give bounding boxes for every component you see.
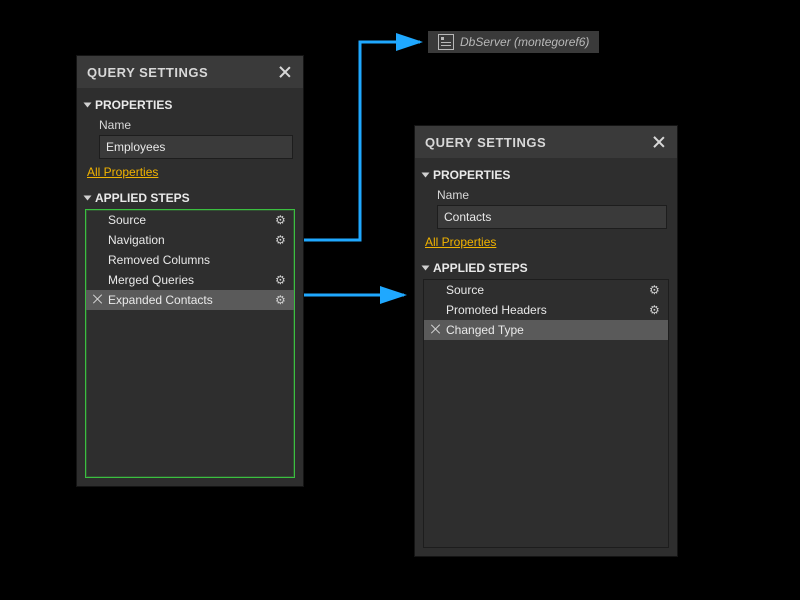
applied-steps-list: Source Promoted Headers Changed Type [423,279,669,548]
step-label: Source [446,283,484,297]
panel-title: QUERY SETTINGS [425,135,546,150]
applied-steps-header[interactable]: APPLIED STEPS [423,261,669,275]
applied-step[interactable]: Expanded Contacts [86,290,294,310]
applied-step[interactable]: Promoted Headers [424,300,668,320]
step-label: Promoted Headers [446,303,547,317]
database-icon [438,34,454,50]
all-properties-link[interactable]: All Properties [425,235,669,249]
caret-down-icon [422,266,430,271]
applied-step[interactable]: Source [424,280,668,300]
applied-step[interactable]: Navigation [86,230,294,250]
gear-icon[interactable] [649,303,662,316]
step-label: Merged Queries [108,273,194,287]
close-icon[interactable] [277,64,293,80]
applied-step[interactable]: Merged Queries [86,270,294,290]
close-icon[interactable] [651,134,667,150]
applied-step[interactable]: Source [86,210,294,230]
applied-steps-header[interactable]: APPLIED STEPS [85,191,295,205]
gear-icon[interactable] [275,233,288,246]
delete-step-icon[interactable] [92,293,104,305]
applied-steps-list: Source Navigation Removed Columns Merged Qu… [85,209,295,478]
query-name-input[interactable] [437,205,667,229]
caret-down-icon [84,196,92,201]
caret-down-icon [84,103,92,108]
panel-title: QUERY SETTINGS [87,65,208,80]
delete-step-icon[interactable] [430,323,442,335]
caret-down-icon [422,173,430,178]
query-settings-panel-contacts: QUERY SETTINGS PROPERTIES Name All Prope… [414,125,678,557]
name-label: Name [99,118,295,132]
gear-icon[interactable] [649,283,662,296]
step-label: Source [108,213,146,227]
all-properties-link[interactable]: All Properties [87,165,295,179]
gear-icon[interactable] [275,273,288,286]
properties-header[interactable]: PROPERTIES [423,168,669,182]
step-label: Expanded Contacts [108,293,213,307]
panel-body: PROPERTIES Name All Properties APPLIED S… [415,158,677,556]
name-label: Name [437,188,669,202]
gear-icon[interactable] [275,213,288,226]
step-label: Removed Columns [108,253,210,267]
applied-step[interactable]: Changed Type [424,320,668,340]
panel-title-bar: QUERY SETTINGS [77,56,303,88]
datasource-label: DbServer (montegoref6) [460,35,589,49]
datasource-node[interactable]: DbServer (montegoref6) [428,31,599,53]
panel-body: PROPERTIES Name All Properties APPLIED S… [77,88,303,486]
query-name-input[interactable] [99,135,293,159]
step-label: Navigation [108,233,165,247]
step-label: Changed Type [446,323,524,337]
panel-title-bar: QUERY SETTINGS [415,126,677,158]
applied-step[interactable]: Removed Columns [86,250,294,270]
query-settings-panel-employees: QUERY SETTINGS PROPERTIES Name All Prope… [76,55,304,487]
properties-header[interactable]: PROPERTIES [85,98,295,112]
gear-icon[interactable] [275,293,288,306]
